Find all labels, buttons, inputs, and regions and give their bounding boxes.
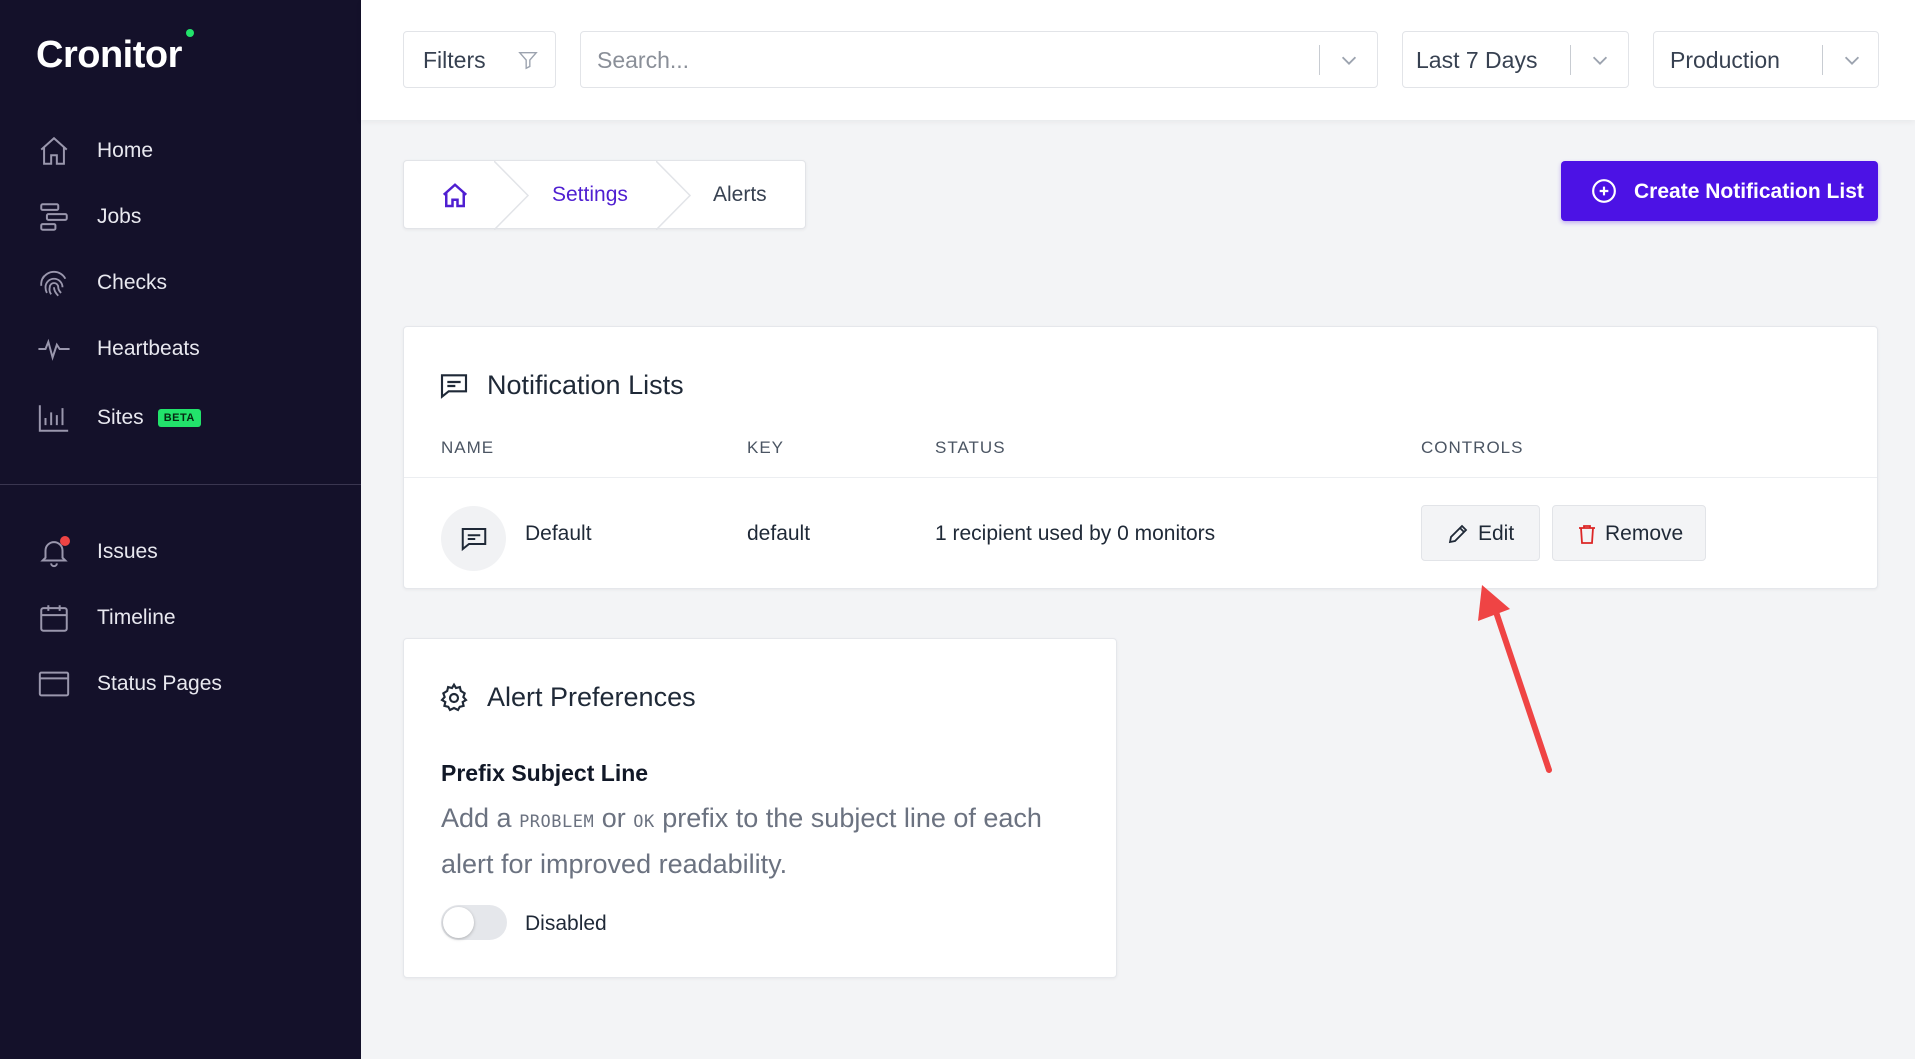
prefix-subject-toggle[interactable] (441, 905, 507, 940)
chat-icon (461, 527, 486, 551)
sidebar-item-label: Home (97, 139, 154, 162)
sidebar-item-label: Status Pages (97, 672, 222, 695)
heartbeat-icon (36, 331, 72, 367)
search-placeholder: Search... (597, 47, 690, 73)
chevron-down-icon[interactable] (1841, 49, 1863, 71)
list-key: default (747, 522, 811, 545)
date-range-value: Last 7 Days (1416, 47, 1538, 73)
column-header-key: KEY (747, 438, 785, 457)
sidebar-item-heartbeats[interactable]: Heartbeats (36, 329, 200, 369)
sidebar-item-label: Sites (97, 406, 144, 429)
sidebar-item-checks[interactable]: Checks (36, 263, 167, 303)
date-range-separator (1570, 45, 1571, 75)
column-header-status: STATUS (935, 438, 1006, 457)
home-icon[interactable] (440, 181, 470, 211)
jobs-icon (36, 199, 72, 235)
bell-icon (36, 534, 72, 570)
setting-title: Prefix Subject Line (441, 760, 649, 786)
calendar-icon (36, 600, 72, 636)
table-divider (404, 477, 1877, 478)
sidebar-item-label: Timeline (97, 606, 176, 629)
home-icon (36, 133, 72, 169)
chevron-down-icon[interactable] (1338, 49, 1360, 71)
notification-lists-title: Notification Lists (487, 370, 684, 400)
column-header-controls: CONTROLS (1421, 438, 1524, 457)
annotation-arrow (1478, 585, 1552, 773)
list-name[interactable]: Default (525, 522, 592, 546)
breadcrumb-settings-link[interactable]: Settings (552, 183, 628, 207)
create-button-label: Create Notification List (1634, 180, 1864, 203)
sidebar-divider (0, 484, 361, 485)
plus-circle-icon (1592, 179, 1616, 203)
ok-code: OK (633, 812, 655, 832)
sidebar-item-timeline[interactable]: Timeline (36, 598, 176, 638)
remove-label: Remove (1605, 522, 1684, 545)
app-logo[interactable]: Cronitor (36, 29, 194, 77)
environment-value: Production (1670, 47, 1780, 73)
list-status: 1 recipient used by 0 monitors (935, 522, 1216, 545)
sidebar-item-issues[interactable]: Issues (36, 532, 158, 572)
sidebar-item-home[interactable]: Home (36, 131, 153, 171)
filters-label: Filters (423, 47, 486, 73)
fingerprint-icon (36, 265, 72, 301)
list-avatar (441, 506, 506, 571)
notification-dot (60, 536, 70, 546)
sidebar-item-sites[interactable]: Sites BETA (36, 398, 201, 438)
top-bar: Filters Search... Last 7 Days Production (361, 0, 1915, 120)
chat-icon (440, 374, 468, 399)
search-separator (1319, 45, 1320, 75)
date-range-select[interactable]: Last 7 Days (1402, 31, 1629, 88)
filter-icon (518, 51, 538, 70)
sidebar-item-jobs[interactable]: Jobs (36, 197, 141, 237)
alert-preferences-title: Alert Preferences (487, 682, 696, 712)
toggle-status-label: Disabled (525, 912, 607, 935)
chevron-down-icon[interactable] (1589, 49, 1611, 71)
beta-badge: BETA (157, 409, 201, 427)
sidebar-item-label: Heartbeats (97, 337, 200, 360)
edit-button[interactable]: Edit (1421, 505, 1540, 561)
breadcrumb-separator (656, 161, 692, 230)
browser-window-icon (36, 666, 72, 702)
create-notification-list-button[interactable]: Create Notification List (1561, 161, 1878, 221)
environment-select[interactable]: Production (1653, 31, 1879, 88)
pencil-icon (1448, 524, 1468, 544)
sidebar-item-label: Issues (97, 540, 158, 563)
trash-icon (1579, 525, 1595, 544)
environment-separator (1822, 45, 1823, 75)
search-input[interactable]: Search... (580, 31, 1378, 88)
sidebar: Cronitor Home Jobs Checks Heartbeats Sit… (0, 0, 361, 1059)
edit-label: Edit (1478, 522, 1515, 545)
filters-button[interactable]: Filters (403, 31, 556, 88)
gear-icon (440, 682, 468, 712)
problem-code: PROBLEM (519, 812, 595, 832)
breadcrumb-current: Alerts (713, 183, 767, 206)
sidebar-item-label: Jobs (97, 205, 142, 228)
bar-chart-icon (36, 400, 72, 436)
sidebar-item-status-pages[interactable]: Status Pages (36, 664, 222, 704)
sidebar-item-label: Checks (97, 271, 168, 294)
column-header-name: NAME (441, 438, 495, 457)
breadcrumb-separator (494, 161, 530, 230)
toggle-knob (443, 907, 474, 938)
breadcrumb: Settings Alerts (403, 160, 806, 230)
setting-description: Add a PROBLEM or OK prefix to the subjec… (441, 803, 1042, 879)
remove-button[interactable]: Remove (1552, 505, 1706, 561)
logo-dot (186, 29, 194, 37)
